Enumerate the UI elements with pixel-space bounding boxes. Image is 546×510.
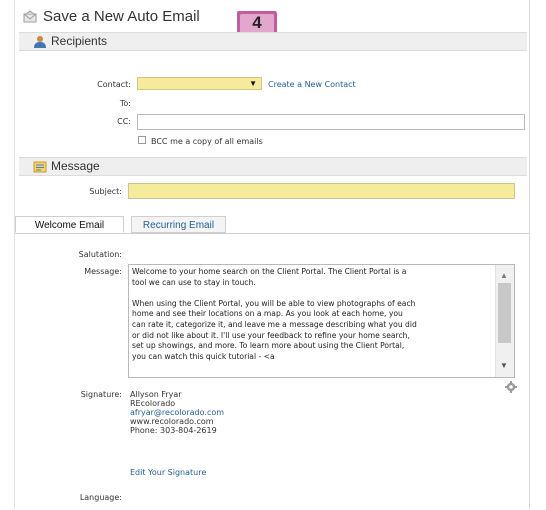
subject-label: Subject: — [89, 187, 122, 196]
page-title: Save a New Auto Email — [43, 8, 200, 25]
signature-website: www.recolorado.com — [130, 417, 214, 426]
message-scrollbar[interactable]: ▲ ▼ — [495, 265, 514, 377]
recipients-section-header: Recipients — [19, 32, 527, 51]
gear-icon[interactable] — [505, 381, 517, 393]
to-label: To: — [119, 99, 131, 108]
contact-label: Contact: — [97, 80, 131, 89]
signature-phone: Phone: 303-804-2619 — [130, 426, 217, 435]
signature-name: Allyson Fryar — [130, 390, 182, 399]
email-icon — [23, 10, 37, 23]
message-icon — [33, 161, 47, 173]
scroll-thumb[interactable] — [498, 283, 511, 343]
scroll-up-icon[interactable]: ▲ — [500, 271, 508, 280]
edit-signature-link[interactable]: Edit Your Signature — [130, 468, 206, 477]
scroll-down-icon[interactable]: ▼ — [500, 361, 508, 370]
tab-welcome-email[interactable]: Welcome Email — [15, 216, 124, 233]
message-section-header: Message — [19, 157, 527, 176]
message-title: Message — [51, 159, 100, 173]
message-label: Message: — [84, 267, 122, 276]
tab-recurring-email[interactable]: Recurring Email — [131, 216, 226, 233]
create-contact-link[interactable]: Create a New Contact — [268, 80, 356, 89]
step-number: 4 — [252, 13, 262, 32]
message-body[interactable]: Welcome to your home search on the Clien… — [132, 267, 494, 362]
person-icon — [34, 36, 46, 48]
dropdown-arrow-icon[interactable]: ▼ — [249, 79, 257, 88]
signature-label: Signature: — [80, 390, 122, 399]
language-label: Language: — [79, 493, 122, 502]
recipients-title: Recipients — [51, 34, 108, 48]
salutation-label: Salutation: — [78, 250, 122, 259]
bcc-checkbox[interactable] — [138, 136, 146, 144]
message-textarea[interactable]: Welcome to your home search on the Clien… — [128, 264, 515, 378]
auto-email-panel: Save a New Auto Email 4 Recipients Conta… — [14, 0, 530, 509]
cc-input[interactable] — [137, 114, 525, 130]
contact-select[interactable]: ▼ — [137, 77, 262, 90]
signature-company: REcolorado — [130, 399, 176, 408]
cc-label: CC: — [117, 117, 131, 126]
signature-email-link[interactable]: afryar@recolorado.com — [130, 408, 224, 417]
bcc-label: BCC me a copy of all emails — [151, 137, 263, 146]
subject-input[interactable] — [128, 183, 515, 199]
